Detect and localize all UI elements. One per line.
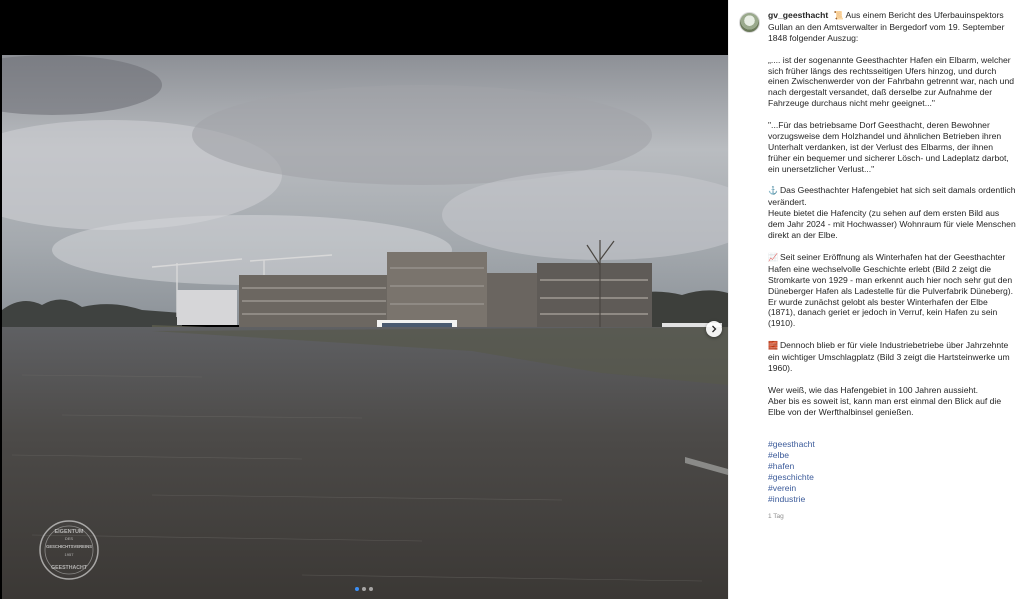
- watermark-line3: GESCHICHTSVEREINS: [46, 544, 92, 549]
- post-timestamp[interactable]: 1 Tag: [768, 512, 1016, 523]
- caption-pane: gv_geesthacht 📜 Aus einem Bericht des Ufe…: [728, 0, 1024, 599]
- watermark-line4: 1957: [65, 552, 75, 557]
- brick-text: Dennoch blieb er für viele Industriebetr…: [768, 340, 1010, 373]
- watermark-line2: DES: [65, 536, 74, 541]
- chart-text: Seit seiner Eröffnung als Winterhafen ha…: [768, 251, 1014, 329]
- hashtag-list: #geesthacht #elbe #hafen #geschichte #ve…: [768, 428, 1016, 504]
- paragraph-chart: 📈 Seit seiner Eröffnung als Winterhafen h…: [768, 252, 1016, 329]
- carousel-dot-2: [362, 587, 366, 591]
- closing-text: Wer weiß, wie das Hafengebiet in 100 Jah…: [768, 384, 1002, 417]
- quote-1: „.... ist der sogenannte Geesthachter Ha…: [768, 54, 1015, 109]
- media-pane: EIGENTUM DES GESCHICHTSVEREINS 1957 GEES…: [0, 0, 728, 599]
- post-caption: gv_geesthacht 📜 Aus einem Bericht des Ufe…: [739, 10, 1016, 522]
- avatar[interactable]: [739, 12, 760, 33]
- carousel-dot-3: [369, 587, 373, 591]
- anchor-text: Das Geesthachter Hafengebiet hat sich se…: [768, 185, 1016, 241]
- hashtag[interactable]: #verein: [768, 483, 796, 493]
- carousel-next-button[interactable]: [706, 321, 722, 337]
- hashtag[interactable]: #elbe: [768, 450, 789, 460]
- chart-emoji-icon: 📈: [768, 252, 778, 262]
- hashtag[interactable]: #industrie: [768, 494, 805, 504]
- post-photo[interactable]: [2, 55, 728, 599]
- paragraph-anchor: ⚓ Das Geesthachter Hafengebiet hat sich s…: [768, 185, 1016, 241]
- hashtag[interactable]: #geschichte: [768, 472, 814, 482]
- watermark-seal: EIGENTUM DES GESCHICHTSVEREINS 1957 GEES…: [38, 519, 100, 581]
- anchor-emoji-icon: ⚓: [768, 186, 778, 196]
- chevron-right-icon: [712, 325, 717, 333]
- username-link[interactable]: gv_geesthacht: [768, 10, 828, 20]
- hashtag[interactable]: #hafen: [768, 461, 794, 471]
- hashtag[interactable]: #geesthacht: [768, 439, 815, 449]
- harbour-photo-illustration: [2, 55, 728, 599]
- paragraph-brick: 🧱 Dennoch blieb er für viele Industriebet…: [768, 340, 1016, 374]
- caption-intro: gv_geesthacht 📜 Aus einem Bericht des Ufe…: [768, 10, 1016, 44]
- brick-emoji-icon: 🧱: [768, 341, 778, 351]
- carousel-indicator: [355, 587, 373, 591]
- watermark-line1: EIGENTUM: [54, 529, 83, 535]
- watermark-line5: GEESTHACHT: [51, 565, 88, 571]
- carousel-dot-1: [355, 587, 359, 591]
- scroll-emoji-icon: 📜: [833, 11, 844, 20]
- caption-text: gv_geesthacht 📜 Aus einem Bericht des Ufe…: [768, 10, 1016, 522]
- quote-2: "...Für das betriebsame Dorf Geesthacht,…: [768, 120, 1009, 174]
